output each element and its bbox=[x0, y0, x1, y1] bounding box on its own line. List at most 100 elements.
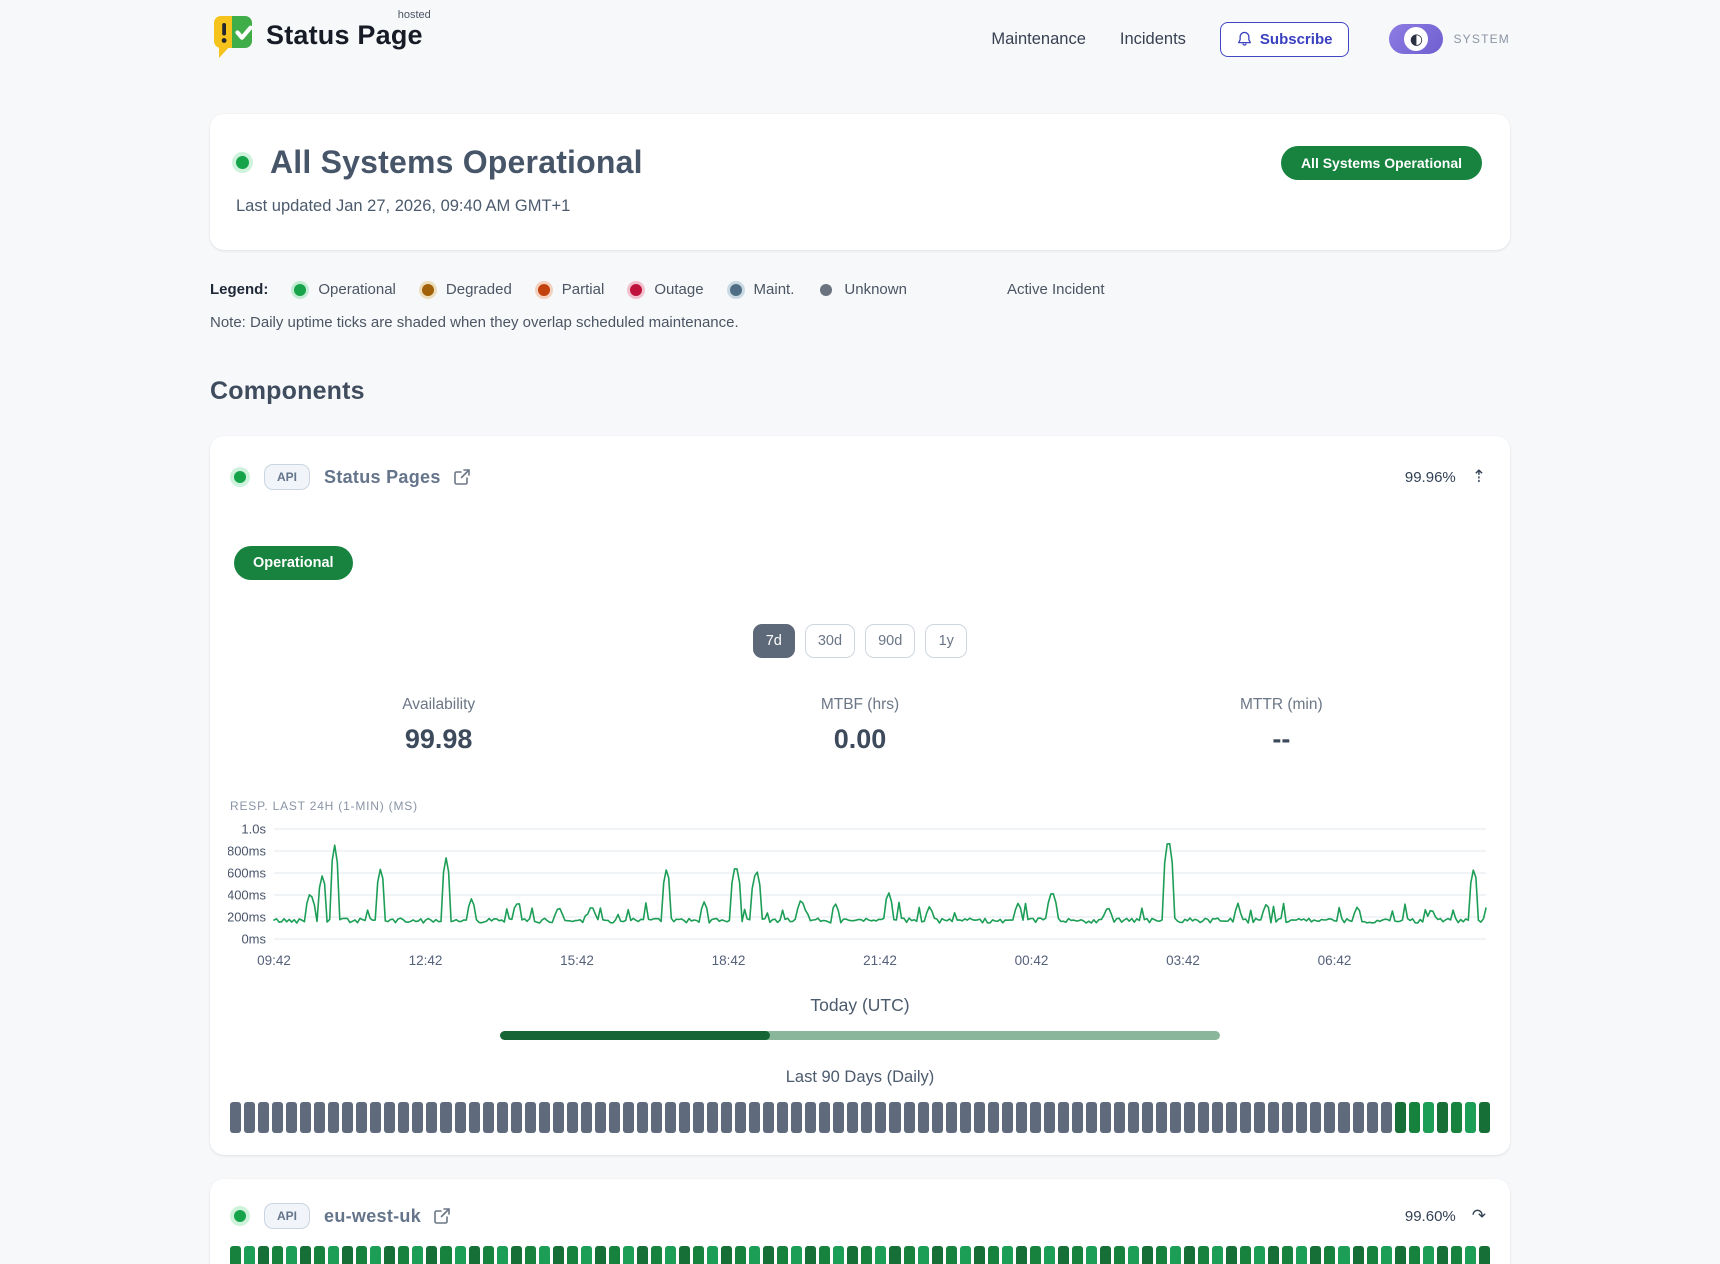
svg-text:400ms: 400ms bbox=[228, 888, 266, 903]
uptime-tick-unknown bbox=[539, 1102, 550, 1133]
uptime-tick-unknown bbox=[525, 1102, 536, 1133]
stat-value: -- bbox=[1071, 724, 1492, 755]
uptime-tick-unknown bbox=[749, 1102, 760, 1133]
uptime-tick-unknown bbox=[356, 1102, 367, 1133]
uptime-tick-op bbox=[1268, 1246, 1279, 1264]
uptime-tick-op bbox=[637, 1246, 648, 1264]
uptime-tick-unknown bbox=[932, 1102, 943, 1133]
expand-component-button[interactable]: ↷ bbox=[1472, 1208, 1486, 1225]
component-name: eu-west-uk bbox=[324, 1206, 421, 1227]
uptime-tick-op bbox=[1044, 1246, 1055, 1264]
uptime-tick-op bbox=[1128, 1246, 1139, 1264]
logo-speech-bubble-icon bbox=[210, 14, 256, 64]
legend-dot bbox=[294, 284, 306, 296]
external-link-icon[interactable] bbox=[433, 1207, 451, 1225]
uptime-tick-unknown bbox=[595, 1102, 606, 1133]
uptime-tick-unknown bbox=[847, 1102, 858, 1133]
uptime-tick-op bbox=[1184, 1246, 1195, 1264]
uptime-tick-unknown bbox=[918, 1102, 929, 1133]
uptime-tick-unknown bbox=[412, 1102, 423, 1133]
uptime-tick-op bbox=[1030, 1246, 1041, 1264]
uptime-tick-op bbox=[1423, 1102, 1434, 1133]
uptime-tick-unknown bbox=[1282, 1102, 1293, 1133]
legend-dot bbox=[422, 284, 434, 296]
uptime-tick-unknown bbox=[1016, 1102, 1027, 1133]
uptime-tick-unknown bbox=[805, 1102, 816, 1133]
uptime-tick-op bbox=[904, 1246, 915, 1264]
uptime-tick-op bbox=[918, 1246, 929, 1264]
legend-item-degraded: Degraded bbox=[422, 281, 512, 298]
uptime-tick-op bbox=[707, 1246, 718, 1264]
uptime-tick-op bbox=[258, 1246, 269, 1264]
svg-text:0ms: 0ms bbox=[241, 932, 266, 947]
uptime-tick-op bbox=[1254, 1246, 1265, 1264]
uptime-tick-op bbox=[1451, 1246, 1462, 1264]
component-header[interactable]: API eu-west-uk 99.60% ↷ bbox=[228, 1203, 1492, 1229]
uptime-tick-op bbox=[609, 1246, 620, 1264]
uptime-tick-unknown bbox=[497, 1102, 508, 1133]
svg-text:21:42: 21:42 bbox=[863, 953, 897, 968]
uptime-tick-unknown bbox=[455, 1102, 466, 1133]
range-button-90d[interactable]: 90d bbox=[865, 624, 915, 658]
uptime-tick-unknown bbox=[1142, 1102, 1153, 1133]
theme-toggle[interactable]: ◐ bbox=[1389, 24, 1443, 54]
uptime-tick-unknown bbox=[230, 1102, 241, 1133]
last-updated-text: Last updated Jan 27, 2026, 09:40 AM GMT+… bbox=[236, 197, 1482, 216]
uptime-tick-op bbox=[1395, 1246, 1406, 1264]
uptime-tick-unknown bbox=[637, 1102, 648, 1133]
uptime-tick-unknown bbox=[1086, 1102, 1097, 1133]
external-link-icon[interactable] bbox=[453, 468, 471, 486]
uptime-tick-op bbox=[1114, 1246, 1125, 1264]
uptime-tick-op bbox=[623, 1246, 634, 1264]
uptime-tick-unknown bbox=[1310, 1102, 1321, 1133]
legend-dot bbox=[538, 284, 550, 296]
stat-label: MTBF (hrs) bbox=[649, 696, 1070, 714]
range-button-1y[interactable]: 1y bbox=[925, 624, 967, 658]
today-progress-bar bbox=[500, 1031, 1220, 1040]
uptime-tick-op bbox=[1282, 1246, 1293, 1264]
nav-maintenance-link[interactable]: Maintenance bbox=[991, 30, 1085, 49]
uptime-tick-op bbox=[1142, 1246, 1153, 1264]
range-button-7d[interactable]: 7d bbox=[753, 624, 795, 658]
uptime-tick-unknown bbox=[623, 1102, 634, 1133]
uptime-tick-unknown bbox=[483, 1102, 494, 1133]
nav-incidents-link[interactable]: Incidents bbox=[1120, 30, 1186, 49]
component-card-status-pages: API Status Pages 99.96% ⇡ Operational 7d… bbox=[210, 436, 1510, 1155]
uptime-tick-op bbox=[1395, 1102, 1406, 1133]
uptime-tick-op bbox=[1016, 1246, 1027, 1264]
uptime-tick-unknown bbox=[272, 1102, 283, 1133]
legend-item-outage: Outage bbox=[630, 281, 703, 298]
uptime-tick-op bbox=[272, 1246, 283, 1264]
uptime-tick-unknown bbox=[398, 1102, 409, 1133]
uptime-tick-unknown bbox=[1114, 1102, 1125, 1133]
uptime-tick-unknown bbox=[342, 1102, 353, 1133]
uptime-tick-op bbox=[1381, 1246, 1392, 1264]
uptime-tick-unknown bbox=[889, 1102, 900, 1133]
uptime-tick-op bbox=[567, 1246, 578, 1264]
uptime-tick-unknown bbox=[1381, 1102, 1392, 1133]
uptime-tick-unknown bbox=[469, 1102, 480, 1133]
uptime-tick-unknown bbox=[679, 1102, 690, 1133]
uptime-tick-op bbox=[889, 1246, 900, 1264]
uptime-tick-op bbox=[1002, 1246, 1013, 1264]
svg-text:00:42: 00:42 bbox=[1015, 953, 1049, 968]
uptime-tick-unknown bbox=[440, 1102, 451, 1133]
uptime-tick-unknown bbox=[1226, 1102, 1237, 1133]
uptime-tick-op bbox=[328, 1246, 339, 1264]
legend-item-partial: Partial bbox=[538, 281, 605, 298]
history-label: Last 90 Days (Daily) bbox=[228, 1068, 1492, 1087]
collapse-component-button[interactable]: ⇡ bbox=[1472, 469, 1486, 486]
uptime-tick-op bbox=[777, 1246, 788, 1264]
component-card-eu-west-uk: API eu-west-uk 99.60% ↷ bbox=[210, 1179, 1510, 1264]
uptime-tick-op bbox=[553, 1246, 564, 1264]
uptime-tick-unknown bbox=[1296, 1102, 1307, 1133]
component-header[interactable]: API Status Pages 99.96% ⇡ bbox=[228, 464, 1492, 490]
uptime-tick-op bbox=[1409, 1102, 1420, 1133]
uptime-tick-op bbox=[875, 1246, 886, 1264]
legend-item-label: Maint. bbox=[754, 281, 795, 298]
uptime-tick-op bbox=[805, 1246, 816, 1264]
uptime-tick-op bbox=[693, 1246, 704, 1264]
uptime-tick-op bbox=[1226, 1246, 1237, 1264]
range-button-30d[interactable]: 30d bbox=[805, 624, 855, 658]
subscribe-button[interactable]: Subscribe bbox=[1220, 22, 1350, 57]
